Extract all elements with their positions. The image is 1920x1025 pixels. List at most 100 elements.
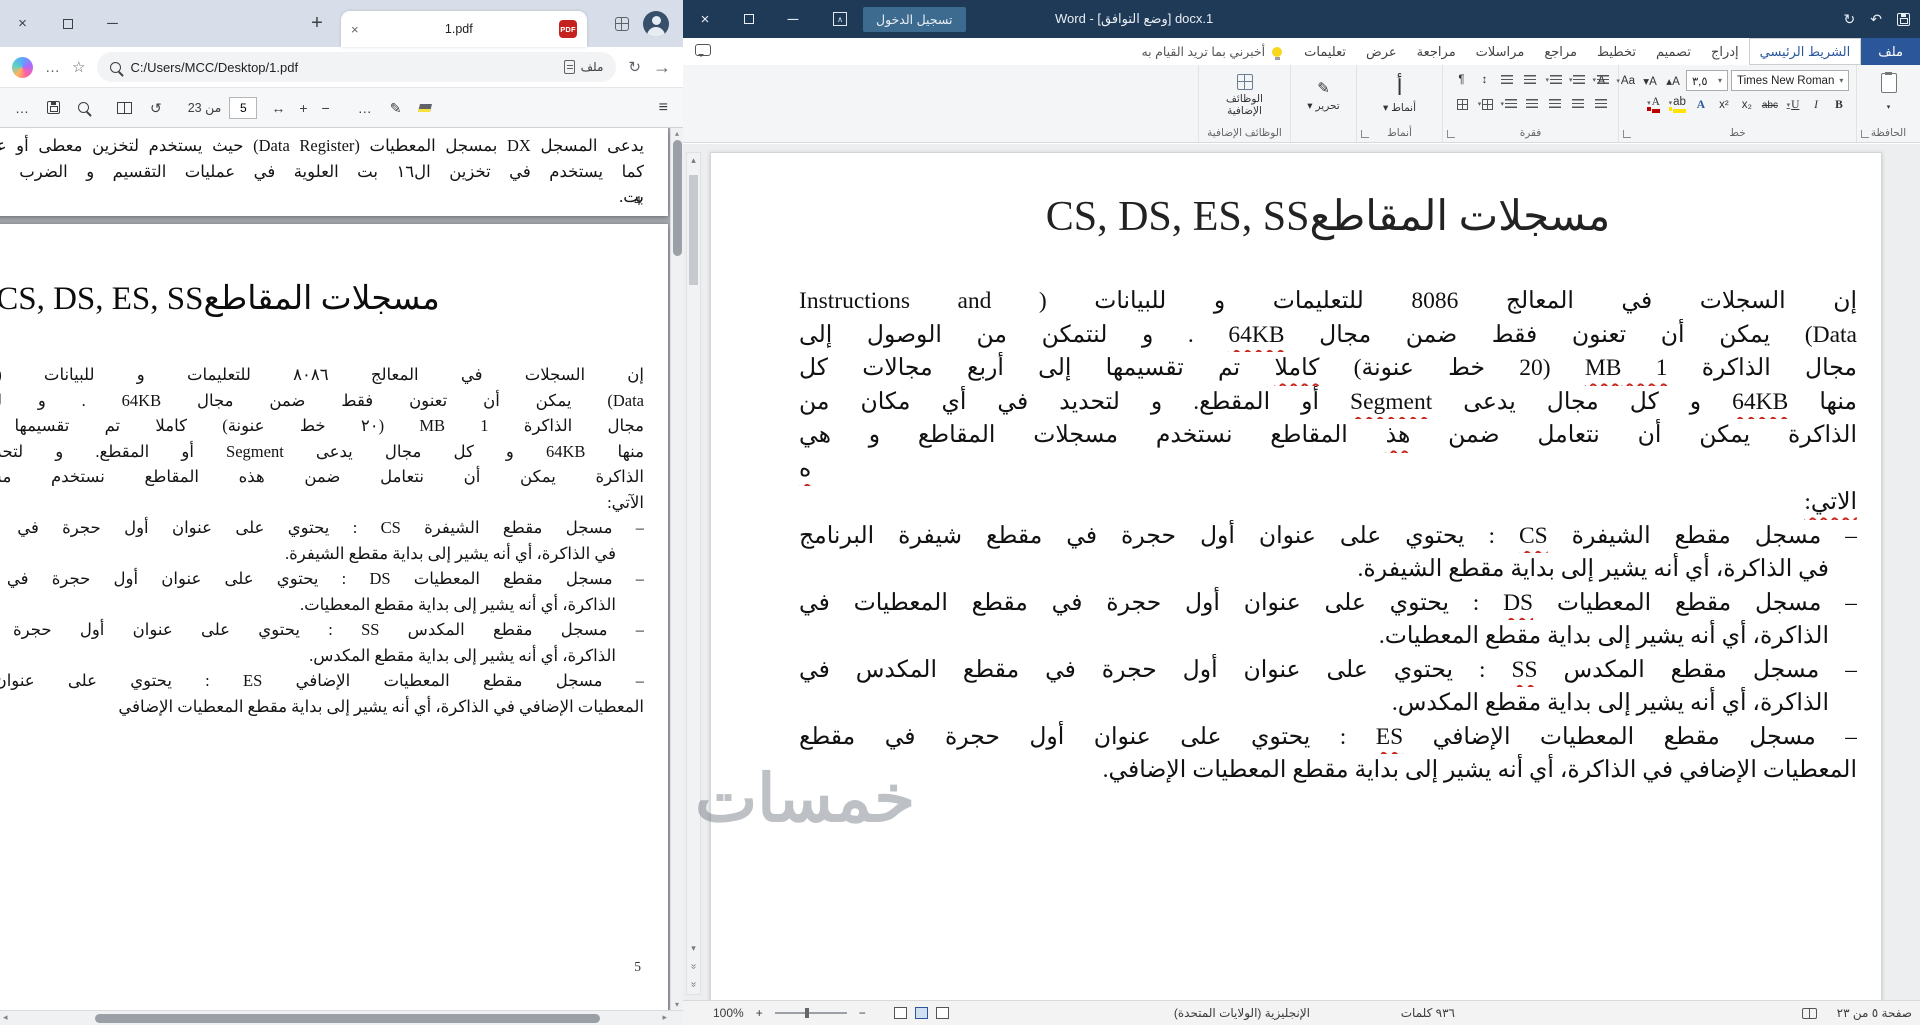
ribbon-tab[interactable]: ملف bbox=[1861, 38, 1920, 65]
profile-avatar[interactable] bbox=[643, 10, 669, 37]
refresh-icon[interactable]: ↻ bbox=[628, 60, 641, 75]
paste-icon[interactable] bbox=[1880, 72, 1897, 93]
ribbon-display-options-icon[interactable]: ∧ bbox=[833, 12, 847, 26]
text-effects-button[interactable]: A bbox=[1691, 95, 1711, 115]
zoom-in-icon[interactable]: + bbox=[756, 1006, 763, 1020]
browser-tab[interactable]: × 1.pdf PDF bbox=[341, 11, 587, 47]
language-status[interactable]: الإنجليزية (الولايات المتحدة) bbox=[1174, 1001, 1310, 1025]
highlighter-icon[interactable] bbox=[418, 103, 433, 112]
ribbon-tab[interactable]: إدراج bbox=[1701, 38, 1749, 65]
align-left-button[interactable] bbox=[1545, 94, 1565, 114]
minimize-icon[interactable]: ─ bbox=[771, 0, 815, 38]
dialog-launcher-icon[interactable] bbox=[1361, 130, 1369, 138]
ribbon-tab[interactable]: الشريط الرئيسي bbox=[1748, 38, 1862, 65]
scrollbar-thumb[interactable] bbox=[673, 140, 682, 256]
ribbon-tab[interactable]: مراسلات bbox=[1466, 38, 1535, 65]
multilevel-list-button[interactable]: ▾ bbox=[1543, 70, 1564, 90]
document-vertical-scrollbar[interactable]: ▴ ▾ » » bbox=[686, 152, 701, 995]
scroll-up-icon[interactable]: ▴ bbox=[687, 155, 700, 166]
grow-font-button[interactable]: A▴ bbox=[1663, 71, 1683, 91]
read-mode-icon[interactable] bbox=[893, 1007, 907, 1019]
bullets-button[interactable]: ▾ bbox=[1590, 70, 1611, 90]
scroll-right-icon[interactable]: ▸ bbox=[662, 1012, 667, 1023]
page-number-input[interactable] bbox=[229, 96, 258, 119]
addins-button[interactable]: الوظائف الإضافية bbox=[1202, 72, 1288, 119]
fit-width-icon[interactable]: ↔ bbox=[271, 101, 285, 115]
font-color-button[interactable]: A ▾ bbox=[1644, 95, 1664, 115]
zoom-out-icon[interactable]: − bbox=[859, 1006, 866, 1020]
strikethrough-button[interactable]: abc bbox=[1760, 95, 1780, 115]
text-highlight-button[interactable]: ab ▾ bbox=[1667, 95, 1688, 115]
shrink-font-button[interactable]: A▾ bbox=[1640, 71, 1660, 91]
italic-button[interactable]: I bbox=[1806, 95, 1826, 115]
restore-icon[interactable] bbox=[727, 0, 771, 38]
pdf-search-icon[interactable] bbox=[78, 102, 89, 113]
save-icon[interactable] bbox=[1897, 12, 1910, 26]
undo-icon[interactable]: ↶ bbox=[1870, 11, 1882, 28]
draw-pen-icon[interactable]: ✎ bbox=[390, 101, 402, 115]
font-size-combo[interactable]: ٣,٥ ▾ bbox=[1686, 70, 1728, 91]
ribbon-tab[interactable]: تخطيط bbox=[1587, 38, 1646, 65]
print-layout-icon[interactable] bbox=[914, 1007, 928, 1019]
dialog-launcher-icon[interactable] bbox=[1623, 130, 1631, 138]
new-tab-button[interactable]: + bbox=[303, 12, 331, 35]
pdf-vertical-scrollbar[interactable]: ▴ ▾ bbox=[670, 128, 683, 1010]
scroll-left-icon[interactable]: ◂ bbox=[3, 1012, 8, 1023]
more-tools-icon[interactable]: … bbox=[358, 101, 372, 115]
close-icon[interactable]: × bbox=[683, 0, 727, 38]
pdf-horizontal-scrollbar[interactable]: ◂ ▸ bbox=[0, 1010, 683, 1025]
styles-button[interactable]: أ أنماط ▾ bbox=[1375, 75, 1424, 116]
close-icon[interactable]: × bbox=[0, 0, 45, 47]
sort-button[interactable]: ↕ bbox=[1474, 70, 1494, 90]
previous-page-icon[interactable]: » bbox=[688, 960, 699, 973]
word-count[interactable]: ٩٣٦ كلمات bbox=[1401, 1001, 1455, 1025]
rotate-icon[interactable]: ↺ bbox=[150, 101, 162, 115]
subscript-button[interactable]: x₂ bbox=[1737, 95, 1757, 115]
workspaces-icon[interactable] bbox=[615, 16, 629, 31]
ribbon-tab[interactable]: عرض bbox=[1356, 38, 1407, 65]
scroll-down-icon[interactable]: ▾ bbox=[687, 943, 700, 954]
paragraph-marks-button[interactable]: ¶ bbox=[1451, 70, 1471, 90]
zoom-slider-thumb[interactable] bbox=[804, 1008, 809, 1018]
underline-button[interactable]: U ▾ bbox=[1783, 95, 1803, 115]
superscript-button[interactable]: x² bbox=[1714, 95, 1734, 115]
borders-button[interactable] bbox=[1452, 94, 1472, 114]
minimize-icon[interactable]: ─ bbox=[90, 0, 135, 47]
scrollbar-thumb[interactable] bbox=[689, 175, 698, 285]
scroll-down-icon[interactable]: ▾ bbox=[671, 1000, 683, 1009]
dialog-launcher-icon[interactable] bbox=[1861, 130, 1869, 138]
favorites-star-icon[interactable]: ☆ bbox=[72, 60, 85, 75]
editing-button[interactable]: ✎ تحرير ▾ bbox=[1299, 77, 1347, 114]
align-right-button[interactable] bbox=[1591, 94, 1611, 114]
dialog-launcher-icon[interactable] bbox=[1447, 130, 1455, 138]
font-name-combo[interactable]: Times New Roman ▾ bbox=[1731, 70, 1849, 91]
decrease-indent-button[interactable] bbox=[1520, 70, 1540, 90]
scroll-up-icon[interactable]: ▴ bbox=[671, 129, 683, 138]
restore-icon[interactable] bbox=[45, 0, 90, 47]
copilot-icon[interactable] bbox=[12, 56, 33, 78]
shading-button[interactable]: ▾ bbox=[1475, 94, 1495, 114]
url-text[interactable]: C:/Users/MCC/Desktop/1.pdf bbox=[130, 60, 554, 75]
align-center-button[interactable] bbox=[1568, 94, 1588, 114]
ribbon-tab[interactable]: تعليمات bbox=[1294, 38, 1356, 65]
paste-dropdown-icon[interactable]: ▾ bbox=[1879, 97, 1899, 117]
ribbon-tab[interactable]: مراجعة bbox=[1407, 38, 1466, 65]
proofing-status[interactable] bbox=[1802, 1001, 1817, 1025]
zoom-level[interactable]: 100% bbox=[713, 1006, 744, 1020]
increase-indent-button[interactable] bbox=[1497, 70, 1517, 90]
back-icon[interactable]: → bbox=[653, 58, 671, 76]
save-icon[interactable] bbox=[47, 101, 60, 114]
zoom-out-icon[interactable]: − bbox=[322, 101, 330, 115]
page-view-icon[interactable] bbox=[117, 101, 132, 114]
address-bar[interactable]: C:/Users/MCC/Desktop/1.pdf ملف bbox=[97, 52, 617, 82]
redo-icon[interactable]: ↻ bbox=[1844, 11, 1856, 28]
pdf-menu-icon[interactable]: … bbox=[15, 101, 29, 115]
next-page-icon[interactable]: » bbox=[688, 978, 699, 991]
bold-button[interactable]: B bbox=[1829, 95, 1849, 115]
document-page[interactable]: مسجلات المقاطعCS, DS, ES, SS إن السجلات … bbox=[710, 152, 1882, 1000]
contents-icon[interactable]: ≡ bbox=[659, 99, 668, 116]
ribbon-tab[interactable]: تصميم bbox=[1646, 38, 1701, 65]
numbering-button[interactable]: ▾ bbox=[1567, 70, 1588, 90]
zoom-slider[interactable] bbox=[774, 1008, 847, 1018]
scrollbar-thumb[interactable] bbox=[95, 1014, 600, 1023]
